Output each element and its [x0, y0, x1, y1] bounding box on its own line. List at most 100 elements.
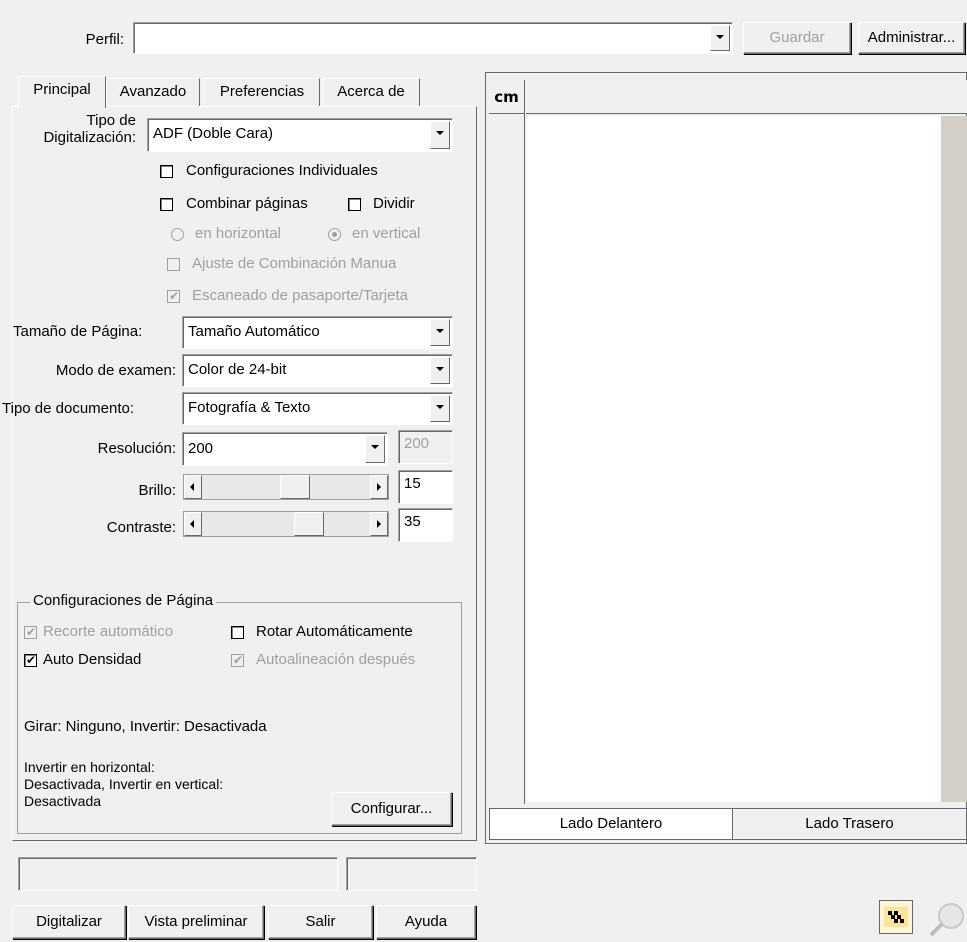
auto-rotate-label: Rotar Automáticamente [256, 623, 413, 640]
brightness-label: Brillo: [138, 482, 176, 499]
tab-avanzado[interactable]: Avanzado [106, 78, 200, 106]
contrast-value: 35 [404, 513, 421, 530]
auto-deskew-label: Autoalineación después [256, 651, 416, 668]
scan-mode-combo[interactable]: Color de 24-bit [182, 354, 453, 387]
doc-type-label: Tipo de documento: [2, 400, 135, 417]
resolution-custom-field[interactable]: 200 [398, 430, 453, 464]
scan-type-label: Tipo de Digitalización: [20, 112, 136, 146]
vertical-radio[interactable] [328, 228, 341, 241]
exit-button[interactable]: Salir [268, 905, 373, 939]
tab-principal[interactable]: Principal [18, 76, 106, 108]
arrow-left-icon[interactable] [184, 512, 202, 536]
status-field-right [346, 857, 477, 891]
arrow-left-icon[interactable] [184, 475, 202, 499]
vertical-ruler [489, 114, 525, 804]
contrast-slider[interactable] [183, 511, 389, 537]
chevron-down-icon[interactable] [430, 121, 450, 149]
tab-label: Acerca de [337, 83, 405, 100]
scan-type-label-line1: Tipo de [86, 112, 136, 129]
preview-scrollbar[interactable] [941, 116, 967, 802]
doc-type-value: Fotografía & Texto [188, 399, 311, 416]
scan-mode-label: Modo de examen: [55, 362, 176, 379]
tab-acerca-de[interactable]: Acerca de [322, 78, 420, 106]
split-checkbox[interactable] [348, 198, 361, 211]
help-button[interactable]: Ayuda [376, 905, 476, 939]
brightness-value: 15 [404, 475, 421, 492]
resolution-value: 200 [188, 440, 214, 457]
merge-pages-checkbox[interactable] [160, 198, 173, 211]
brightness-slider[interactable] [183, 474, 389, 500]
tab-label: Preferencias [219, 83, 305, 100]
flip-summary-line1: Invertir en horizontal: [24, 759, 155, 775]
arrow-right-icon[interactable] [370, 512, 388, 536]
scan-type-combo[interactable]: ADF (Doble Cara) [147, 118, 453, 152]
page-size-label: Tamaño de Página: [13, 323, 143, 340]
split-label: Dividir [373, 195, 415, 212]
manual-merge-label: Ajuste de Combinación Manua [192, 255, 397, 272]
brightness-field[interactable]: 15 [398, 470, 453, 504]
page-size-value: Tamaño Automático [188, 323, 320, 340]
flip-summary-line3: Desactivada [24, 793, 102, 809]
tab-label: Avanzado [119, 83, 187, 100]
resolution-label: Resolución: [97, 440, 176, 457]
scanner-icon[interactable] [879, 900, 913, 934]
auto-rotate-checkbox[interactable] [231, 626, 244, 639]
doc-type-combo[interactable]: Fotografía & Texto [182, 392, 453, 425]
flip-summary: Invertir en horizontal: Desactivada, Inv… [24, 759, 223, 810]
contrast-label: Contraste: [106, 519, 176, 536]
chevron-down-icon[interactable] [430, 319, 450, 346]
scan-type-label-line2: Digitalización: [43, 129, 136, 146]
profile-combo[interactable] [133, 22, 733, 54]
arrow-right-icon[interactable] [370, 475, 388, 499]
flip-summary-line2: Desactivada, Invertir en vertical: [24, 776, 224, 792]
auto-density-label: Auto Densidad [43, 651, 142, 668]
tab-label: Principal [33, 81, 91, 98]
chevron-down-icon[interactable] [430, 395, 450, 422]
tab-front-side[interactable]: Lado Delantero [489, 808, 733, 840]
chevron-down-icon[interactable] [365, 435, 385, 463]
scan-type-value: ADF (Doble Cara) [153, 125, 274, 142]
page-size-combo[interactable]: Tamaño Automático [182, 316, 453, 349]
orientation-summary: Girar: Ninguno, Invertir: Desactivada [24, 718, 267, 735]
auto-crop-label: Recorte automático [43, 623, 174, 640]
individual-settings-label: Configuraciones Individuales [186, 162, 378, 179]
chevron-down-icon[interactable] [710, 25, 730, 51]
contrast-field[interactable]: 35 [398, 508, 453, 542]
passport-scan-label: Escaneado de pasaporte/Tarjeta [192, 287, 408, 304]
chevron-down-icon[interactable] [430, 357, 450, 384]
manual-merge-checkbox[interactable] [167, 258, 180, 271]
preview-canvas[interactable] [527, 116, 941, 802]
checkmark-icon: ✔ [233, 653, 244, 667]
front-side-label: Lado Delantero [559, 815, 663, 832]
horizontal-radio[interactable] [171, 228, 184, 241]
save-profile-button[interactable]: Guardar [743, 22, 851, 54]
auto-crop-checkbox[interactable]: ✔ [24, 625, 37, 639]
status-field-left [18, 857, 338, 891]
help-magnifier-icon[interactable] [925, 900, 965, 938]
manage-profiles-button[interactable]: Administrar... [858, 22, 965, 54]
profile-label: Perfil: [85, 31, 124, 48]
resolution-combo[interactable]: 200 [182, 432, 388, 466]
resolution-custom-value: 200 [404, 435, 430, 452]
merge-pages-label: Combinar páginas [186, 195, 308, 212]
vertical-label: en vertical [352, 225, 421, 242]
individual-settings-checkbox[interactable] [160, 165, 173, 178]
checkmark-icon: ✔ [26, 625, 37, 639]
brightness-thumb[interactable] [280, 475, 310, 499]
scan-button[interactable]: Digitalizar [12, 905, 126, 939]
horizontal-label: en horizontal [195, 225, 281, 242]
page-settings-title: Configuraciones de Página [30, 592, 217, 609]
configure-button[interactable]: Configurar... [331, 792, 452, 826]
contrast-thumb[interactable] [294, 512, 324, 536]
tab-preferencias[interactable]: Preferencias [204, 78, 320, 106]
passport-scan-checkbox[interactable]: ✔ [167, 289, 180, 303]
preview-button[interactable]: Vista preliminar [128, 905, 264, 939]
horizontal-ruler [526, 80, 967, 114]
back-side-label: Lado Trasero [805, 815, 894, 832]
scan-mode-value: Color de 24-bit [188, 361, 287, 378]
tab-back-side[interactable]: Lado Trasero [733, 808, 967, 840]
checkmark-icon: ✔ [169, 289, 180, 303]
auto-deskew-checkbox[interactable]: ✔ [231, 653, 244, 667]
auto-density-checkbox[interactable]: ✔ [24, 653, 37, 667]
ruler-units-icon[interactable]: cm [489, 80, 525, 114]
